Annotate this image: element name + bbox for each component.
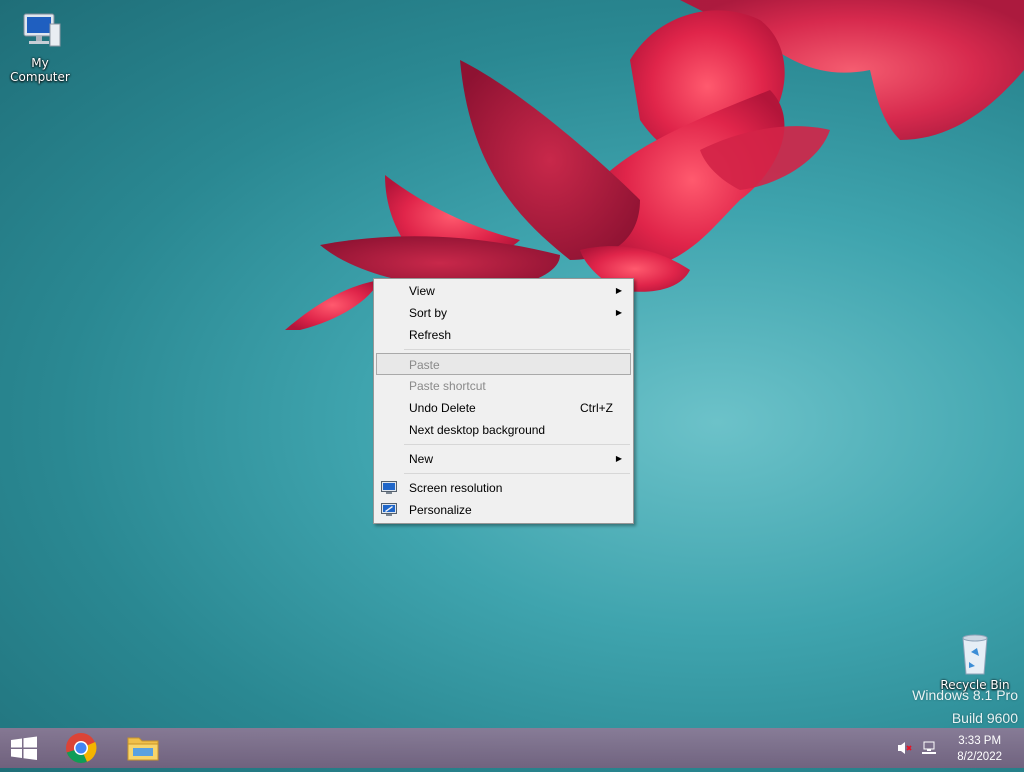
menu-item-refresh[interactable]: Refresh — [376, 324, 631, 346]
menu-item-undo-delete-label: Undo Delete — [409, 401, 476, 415]
menu-item-undo-delete[interactable]: Undo Delete Ctrl+Z — [376, 397, 631, 419]
network-icon[interactable] — [921, 740, 939, 756]
taskbar: 3:33 PM 8/2/2022 — [0, 728, 1024, 768]
menu-item-refresh-label: Refresh — [409, 328, 452, 342]
chevron-right-icon: ▶ — [615, 308, 622, 317]
menu-item-screen-resolution[interactable]: Screen resolution — [376, 477, 631, 499]
watermark-build: Build 9600 — [951, 710, 1018, 726]
menu-separator — [404, 473, 630, 474]
menu-item-paste[interactable]: Paste — [376, 353, 631, 375]
menu-item-view-label: View — [409, 284, 435, 298]
chrome-taskbar-button[interactable] — [57, 728, 105, 768]
menu-item-new-label: New — [409, 452, 434, 466]
menu-item-paste-shortcut[interactable]: Paste shortcut — [376, 375, 631, 397]
file-explorer-taskbar-button[interactable] — [119, 728, 167, 768]
watermark-edition: Windows 8.1 Pro — [912, 687, 1018, 703]
menu-item-paste-shortcut-label: Paste shortcut — [409, 379, 486, 393]
menu-item-personalize-label: Personalize — [409, 503, 472, 517]
chevron-right-icon: ▶ — [615, 286, 622, 295]
start-button[interactable] — [0, 728, 48, 768]
computer-icon — [16, 10, 64, 54]
folder-icon — [127, 737, 159, 761]
menu-separator — [404, 444, 630, 445]
menu-item-undo-delete-shortcut: Ctrl+Z — [580, 401, 613, 415]
monitor-icon — [381, 480, 397, 494]
personalize-monitor-icon — [381, 502, 397, 516]
volume-muted-icon[interactable] — [896, 740, 914, 756]
recycle-bin-icon — [951, 632, 999, 676]
menu-item-next-desktop-background[interactable]: Next desktop background — [376, 419, 631, 441]
chevron-right-icon: ▶ — [615, 454, 622, 463]
menu-item-sort-by[interactable]: Sort by ▶ — [376, 302, 631, 324]
menu-item-view[interactable]: View ▶ — [376, 280, 631, 302]
my-computer-label: My Computer — [10, 56, 70, 84]
desktop-context-menu: View ▶ Sort by ▶ Refresh Paste Paste sho… — [373, 278, 634, 524]
my-computer-desktop-icon[interactable]: My Computer — [0, 10, 80, 84]
menu-item-sort-by-label: Sort by — [409, 306, 448, 320]
clock-date: 8/2/2022 — [957, 751, 1002, 763]
recycle-bin-desktop-icon[interactable]: Recycle Bin — [935, 632, 1015, 692]
clock-time: 3:33 PM — [958, 735, 1002, 747]
windows-logo-icon — [11, 736, 37, 760]
menu-item-screen-resolution-label: Screen resolution — [409, 481, 503, 495]
menu-separator — [404, 349, 630, 350]
windows-build-watermark: Windows 8.1 Pro Build 9600 — [912, 684, 1018, 730]
system-clock[interactable]: 3:33 PM 8/2/2022 — [957, 733, 1002, 765]
chrome-icon — [66, 733, 97, 764]
menu-item-new[interactable]: New ▶ — [376, 448, 631, 470]
menu-item-next-background-label: Next desktop background — [409, 423, 546, 437]
menu-item-personalize[interactable]: Personalize — [376, 499, 631, 521]
menu-item-paste-label: Paste — [409, 358, 440, 372]
